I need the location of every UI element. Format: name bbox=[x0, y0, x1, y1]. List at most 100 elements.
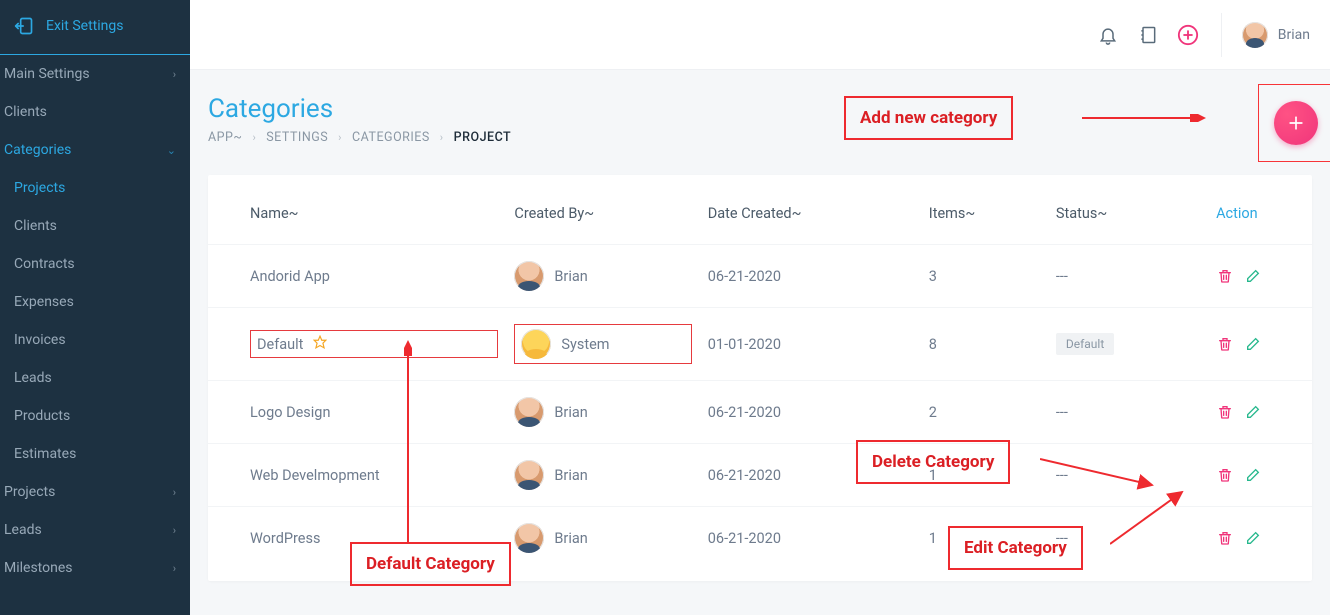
sidebar-subitem-clients[interactable]: Clients bbox=[0, 207, 190, 245]
col-header-date-created[interactable]: Date Created~ bbox=[700, 183, 921, 245]
cell-date-created: 06-21-2020 bbox=[700, 381, 921, 444]
sidebar-item-milestones[interactable]: Milestones › bbox=[0, 549, 190, 587]
sidebar-item-clients[interactable]: Clients bbox=[0, 93, 190, 131]
delete-button[interactable] bbox=[1216, 335, 1234, 353]
cell-created-by: Brian bbox=[506, 444, 699, 507]
sidebar-subitem-products[interactable]: Products bbox=[0, 397, 190, 435]
add-category-button[interactable] bbox=[1274, 101, 1318, 145]
edit-button[interactable] bbox=[1244, 403, 1262, 421]
exit-settings-label: Exit Settings bbox=[46, 18, 123, 34]
delete-button[interactable] bbox=[1216, 466, 1234, 484]
cell-created-by: Brian bbox=[506, 507, 699, 570]
cell-items: 8 bbox=[921, 308, 1048, 381]
annotation-delete-category: Delete Category bbox=[856, 440, 1010, 484]
sidebar-item-projects[interactable]: Projects › bbox=[0, 473, 190, 511]
cell-status: --- bbox=[1048, 381, 1208, 444]
status-badge: Default bbox=[1056, 333, 1114, 355]
plus-circle-icon[interactable] bbox=[1177, 24, 1199, 46]
category-name: Web Develmopment bbox=[250, 467, 380, 484]
notebook-icon[interactable] bbox=[1137, 24, 1159, 46]
user-menu[interactable]: Brian bbox=[1242, 22, 1310, 48]
avatar bbox=[514, 460, 544, 490]
delete-button[interactable] bbox=[1216, 403, 1234, 421]
cell-created-by: System bbox=[506, 308, 699, 381]
sidebar-item-label: Leads bbox=[14, 370, 52, 386]
edit-button[interactable] bbox=[1244, 267, 1262, 285]
bell-icon[interactable] bbox=[1097, 24, 1119, 46]
category-name: WordPress bbox=[250, 530, 320, 547]
avatar bbox=[1242, 22, 1268, 48]
sidebar-item-categories[interactable]: Categories ⌄ bbox=[0, 131, 190, 169]
category-name: Default bbox=[257, 336, 303, 353]
sidebar-item-label: Main Settings bbox=[4, 66, 90, 82]
sidebar: Exit Settings Main Settings › Clients Ca… bbox=[0, 0, 190, 615]
exit-settings-link[interactable]: Exit Settings bbox=[0, 0, 190, 55]
annotation-arrow bbox=[1082, 114, 1212, 122]
sidebar-subitem-contracts[interactable]: Contracts bbox=[0, 245, 190, 283]
table-row: Andorid AppBrian06-21-20203--- bbox=[208, 245, 1312, 308]
creator-name: Brian bbox=[554, 404, 587, 421]
sidebar-subnav-categories: Projects Clients Contracts Expenses Invo… bbox=[0, 169, 190, 473]
table-row: Logo Design Brian 06-21-20202--- bbox=[208, 381, 1312, 444]
sidebar-subitem-invoices[interactable]: Invoices bbox=[0, 321, 190, 359]
add-category-highlight bbox=[1258, 84, 1330, 162]
sidebar-subitem-estimates[interactable]: Estimates bbox=[0, 435, 190, 473]
delete-button[interactable] bbox=[1216, 529, 1234, 547]
edit-button[interactable] bbox=[1244, 529, 1262, 547]
cell-name: Default bbox=[208, 308, 506, 381]
sidebar-item-label: Clients bbox=[4, 104, 47, 120]
sidebar-item-leads[interactable]: Leads › bbox=[0, 511, 190, 549]
creator-name: Brian bbox=[554, 268, 587, 285]
col-header-action: Action bbox=[1208, 183, 1312, 245]
breadcrumb-item[interactable]: SETTINGS bbox=[266, 130, 328, 145]
cell-name: Andorid App bbox=[208, 245, 506, 308]
sidebar-item-label: Milestones bbox=[4, 560, 73, 576]
col-header-items[interactable]: Items~ bbox=[921, 183, 1048, 245]
chevron-right-icon: › bbox=[173, 486, 176, 499]
sidebar-item-label: Invoices bbox=[14, 332, 66, 348]
cell-action bbox=[1208, 444, 1312, 507]
sidebar-item-label: Clients bbox=[14, 218, 57, 234]
chevron-right-icon: › bbox=[173, 68, 176, 81]
cell-status: Default bbox=[1048, 308, 1208, 381]
cell-name: Logo Design bbox=[208, 381, 506, 444]
col-header-name[interactable]: Name~ bbox=[208, 183, 506, 245]
breadcrumb-item[interactable]: CATEGORIES bbox=[352, 130, 430, 145]
delete-button[interactable] bbox=[1216, 267, 1234, 285]
annotation-arrow bbox=[404, 336, 412, 542]
sidebar-item-label: Expenses bbox=[14, 294, 74, 310]
col-header-created-by[interactable]: Created By~ bbox=[506, 183, 699, 245]
sidebar-item-label: Products bbox=[14, 408, 70, 424]
sidebar-item-label: Categories bbox=[4, 142, 71, 158]
avatar bbox=[514, 261, 544, 291]
cell-name: Web Develmopment bbox=[208, 444, 506, 507]
star-icon bbox=[313, 335, 327, 353]
creator-name: System bbox=[561, 336, 609, 353]
annotation-arrow bbox=[1040, 455, 1155, 491]
sidebar-subitem-leads[interactable]: Leads bbox=[0, 359, 190, 397]
chevron-right-icon: › bbox=[173, 524, 176, 537]
edit-button[interactable] bbox=[1244, 335, 1262, 353]
cell-date-created: 06-21-2020 bbox=[700, 507, 921, 570]
sidebar-subitem-projects[interactable]: Projects bbox=[0, 169, 190, 207]
chevron-right-icon: › bbox=[252, 131, 256, 144]
col-header-status[interactable]: Status~ bbox=[1048, 183, 1208, 245]
edit-button[interactable] bbox=[1244, 466, 1262, 484]
cell-items: 2 bbox=[921, 381, 1048, 444]
avatar bbox=[514, 397, 544, 427]
sidebar-item-main-settings[interactable]: Main Settings › bbox=[0, 55, 190, 93]
annotation-add-new-category: Add new category bbox=[844, 96, 1013, 140]
breadcrumb: APP~ › SETTINGS › CATEGORIES › PROJECT bbox=[208, 130, 1312, 145]
sidebar-item-label: Contracts bbox=[14, 256, 75, 272]
chevron-right-icon: › bbox=[338, 131, 342, 144]
content: Categories APP~ › SETTINGS › CATEGORIES … bbox=[190, 70, 1330, 581]
sidebar-subitem-expenses[interactable]: Expenses bbox=[0, 283, 190, 321]
main-area: Brian Categories APP~ › SETTINGS › CATEG… bbox=[190, 0, 1330, 615]
breadcrumb-item[interactable]: APP~ bbox=[208, 130, 242, 145]
table-row: DefaultSystem01-01-20208Default bbox=[208, 308, 1312, 381]
avatar bbox=[514, 523, 544, 553]
cell-action bbox=[1208, 507, 1312, 570]
chevron-down-icon: ⌄ bbox=[167, 144, 176, 157]
avatar bbox=[521, 329, 551, 359]
sidebar-item-label: Estimates bbox=[14, 446, 76, 462]
